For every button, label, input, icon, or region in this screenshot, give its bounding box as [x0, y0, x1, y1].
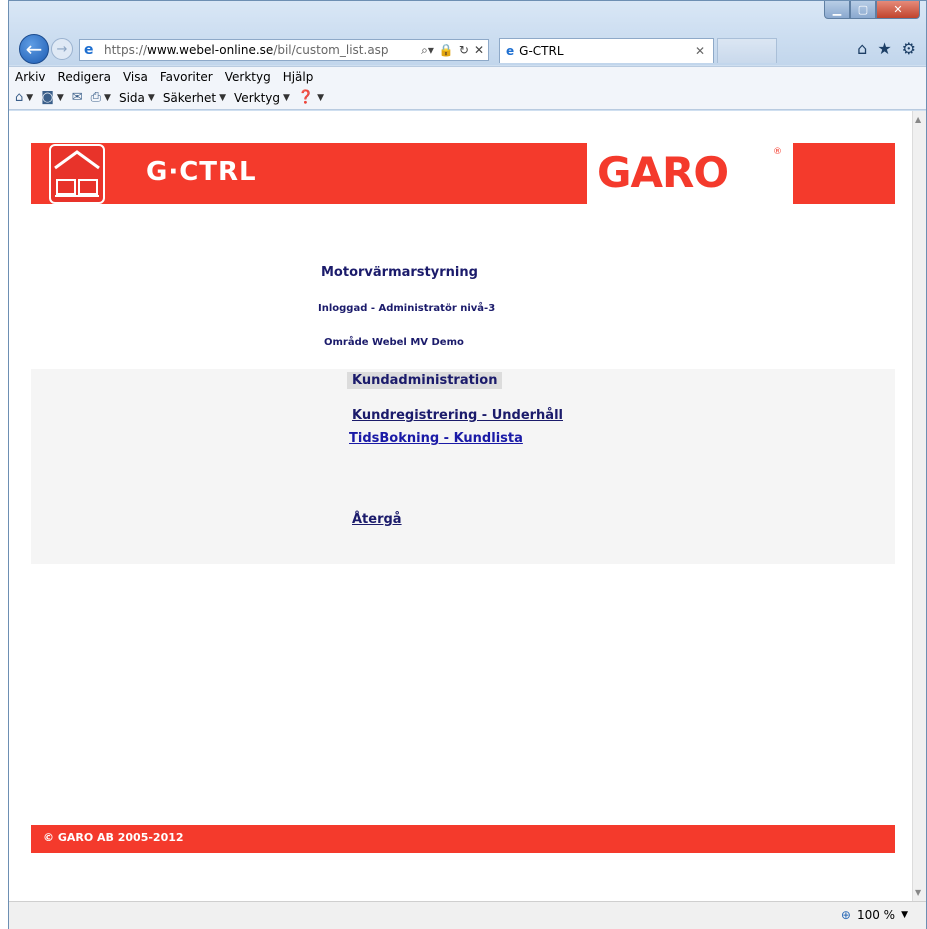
- time-booking-link[interactable]: TidsBokning - Kundlista: [349, 431, 523, 446]
- home-icon: ⌂: [15, 90, 24, 105]
- area-label: Område Webel MV Demo: [324, 337, 464, 348]
- address-tools: ⌕▾ 🔒 ↻ ✕: [421, 43, 488, 58]
- rss-icon: ◙: [41, 90, 54, 105]
- zoom-icon: ⊕: [840, 908, 851, 922]
- maximize-button[interactable]: ▢: [850, 1, 876, 19]
- feeds-button[interactable]: ◙ ▼: [41, 90, 64, 105]
- scroll-down-icon[interactable]: ▼: [915, 888, 921, 897]
- chevron-down-icon: ▼: [56, 92, 64, 103]
- lock-icon[interactable]: 🔒: [439, 43, 454, 58]
- mail-button[interactable]: ✉: [72, 90, 83, 105]
- garage-icon: [54, 150, 100, 197]
- tab-close-icon[interactable]: ✕: [695, 44, 705, 58]
- zoom-control[interactable]: ⊕ 100 % ▼: [841, 908, 908, 922]
- gear-icon[interactable]: ⚙: [902, 39, 916, 58]
- printer-icon: ⎙: [90, 90, 102, 105]
- status-bar: ⊕ 100 % ▼: [9, 901, 926, 929]
- address-bar[interactable]: e https://www.webel-online.se/bil/custom…: [79, 39, 489, 61]
- stop-icon[interactable]: ✕: [474, 43, 484, 58]
- browser-window: ▁ ▢ ✕ ← → e https://www.webel-online.se /…: [8, 0, 927, 929]
- new-tab-button[interactable]: [717, 38, 777, 63]
- help-icon: ❓: [297, 90, 315, 105]
- url-path: /bil/custom_list.asp: [273, 43, 389, 57]
- browser-right-tools: ⌂ ★ ⚙: [857, 39, 916, 58]
- refresh-icon[interactable]: ↻: [459, 43, 469, 58]
- copyright-text: © GARO AB 2005-2012: [43, 831, 184, 844]
- menu-item-arkiv[interactable]: Arkiv: [15, 70, 46, 84]
- safety-menu-label: Säkerhet: [162, 90, 217, 105]
- chevron-down-icon: ▼: [283, 92, 290, 103]
- login-status: Inloggad - Administratör nivå-3: [318, 303, 496, 314]
- customer-registration-link[interactable]: Kundregistrering - Underhåll: [352, 408, 563, 423]
- back-link[interactable]: Återgå: [352, 512, 402, 527]
- chevron-down-icon: ▼: [317, 92, 325, 103]
- garage-logo-icon: [49, 144, 105, 204]
- menu-item-redigera[interactable]: Redigera: [58, 70, 111, 84]
- arrow-left-icon: ←: [25, 37, 43, 61]
- site-header: G·CTRL GARO ®: [31, 143, 895, 204]
- browser-tab[interactable]: e G-CTRL ✕: [499, 38, 714, 63]
- arrow-right-icon: →: [56, 41, 68, 57]
- print-button[interactable]: ⎙ ▼: [91, 90, 111, 105]
- chevron-down-icon: ▼: [901, 910, 908, 920]
- home-icon[interactable]: ⌂: [857, 39, 867, 58]
- favorites-star-icon[interactable]: ★: [877, 39, 891, 58]
- garo-logo: GARO: [597, 148, 729, 197]
- help-button[interactable]: ❓ ▼: [298, 90, 324, 105]
- close-button[interactable]: ✕: [876, 1, 920, 19]
- menu-item-visa[interactable]: Visa: [123, 70, 148, 84]
- page-menu[interactable]: Sida ▼: [119, 91, 155, 105]
- mail-icon: ✉: [71, 90, 83, 105]
- section-heading: Kundadministration: [347, 372, 503, 389]
- page-viewport: G·CTRL GARO ® Motorvärmarstyrning Inlogg…: [9, 111, 912, 901]
- zoom-level: 100 %: [856, 908, 896, 922]
- menu-item-verktyg[interactable]: Verktyg: [225, 70, 271, 84]
- menu-item-hjalp[interactable]: Hjälp: [283, 70, 314, 84]
- ie-tab-icon: e: [506, 44, 515, 58]
- menu-bar: Arkiv Redigera Visa Favoriter Verktyg Hj…: [9, 66, 926, 86]
- chevron-down-icon: ▼: [104, 92, 111, 103]
- vertical-scrollbar[interactable]: ▲ ▼: [912, 111, 926, 901]
- browser-titlebar: ▁ ▢ ✕ ← → e https://www.webel-online.se /…: [9, 1, 926, 65]
- command-bar: ⌂ ▼ ◙ ▼ ✉ ⎙ ▼ Sida ▼ Säkerhet ▼ Verktyg ▼ ❓ ▼: [9, 86, 926, 110]
- home-button[interactable]: ⌂ ▼: [15, 90, 33, 105]
- minimize-button[interactable]: ▁: [824, 1, 850, 19]
- menu-item-favoriter[interactable]: Favoriter: [160, 70, 213, 84]
- back-button[interactable]: ←: [19, 34, 49, 64]
- url-host: www.webel-online.se: [147, 43, 274, 57]
- admin-panel: Kundadministration Kundregistrering - Un…: [31, 369, 895, 564]
- brand-name: G·CTRL: [146, 157, 257, 187]
- forward-button[interactable]: →: [51, 38, 73, 60]
- site-footer: © GARO AB 2005-2012: [31, 825, 895, 853]
- scroll-up-icon[interactable]: ▲: [915, 115, 921, 124]
- chevron-down-icon: ▼: [147, 92, 155, 103]
- ie-page-icon: e: [84, 42, 94, 58]
- window-controls: ▁ ▢ ✕: [824, 1, 920, 19]
- url-scheme: https://: [104, 43, 148, 57]
- tools-menu-label: Verktyg: [234, 90, 280, 105]
- chevron-down-icon: ▼: [219, 92, 227, 103]
- tools-menu[interactable]: Verktyg ▼: [234, 91, 290, 105]
- registered-mark: ®: [773, 147, 782, 157]
- safety-menu[interactable]: Säkerhet ▼: [163, 91, 226, 105]
- page-menu-label: Sida: [118, 90, 145, 105]
- search-icon[interactable]: ⌕▾: [421, 43, 434, 58]
- page-title: Motorvärmarstyrning: [321, 265, 478, 280]
- tab-title: G-CTRL: [519, 44, 564, 58]
- chevron-down-icon: ▼: [26, 92, 34, 103]
